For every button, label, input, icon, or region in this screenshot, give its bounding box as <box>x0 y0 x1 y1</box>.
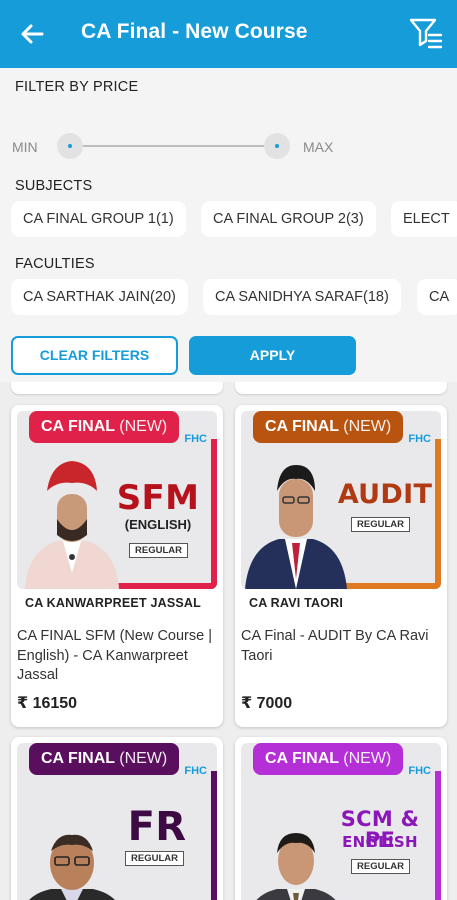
course-thumbnail: CA FINAL (NEW) FHC AUDIT REGULAR <box>241 411 441 589</box>
instructor-photo <box>256 833 336 900</box>
course-card[interactable]: CA FINAL (NEW) FHC SCM & PE ENGLISH REGU… <box>235 737 447 900</box>
subjects-chip-row: CA FINAL GROUP 1(1) CA FINAL GROUP 2(3) … <box>0 201 457 239</box>
filter-list-icon[interactable] <box>408 16 444 52</box>
price-range-track[interactable] <box>70 145 277 147</box>
course-thumbnail: CA FINAL (NEW) FHC SFM (ENGLISH) REGULAR <box>17 411 217 589</box>
course-title[interactable]: CA FINAL SFM (New Course | English) - CA… <box>17 627 213 686</box>
course-thumbnail: CA FINAL (NEW) FHC FR REGULAR <box>17 743 217 900</box>
faculty-chip[interactable]: CA <box>417 279 457 315</box>
subjects-label: SUBJECTS <box>15 178 93 194</box>
thumbnail-frame <box>211 771 217 900</box>
instructor-name: CA KANWARPREET JASSAL <box>17 589 217 617</box>
regular-tag: REGULAR <box>129 543 188 558</box>
price-min-label: MIN <box>12 139 38 155</box>
faculties-chip-row: CA SARTHAK JAIN(20) CA SANIDHYA SARAF(18… <box>0 279 457 317</box>
course-card-partial[interactable] <box>11 382 223 394</box>
course-price: ₹ 7000 <box>241 695 293 712</box>
price-filter-label: FILTER BY PRICE <box>15 79 139 95</box>
course-badge: CA FINAL (NEW) <box>253 743 404 775</box>
course-card-partial[interactable] <box>235 382 447 394</box>
instructor-photo <box>245 465 347 589</box>
brand-logo: FHC <box>408 765 431 777</box>
brand-logo: FHC <box>184 765 207 777</box>
brand-logo: FHC <box>184 433 207 445</box>
instructor-photo <box>25 461 119 589</box>
price-max-thumb[interactable] <box>264 133 290 159</box>
instructor-photo <box>29 834 115 900</box>
regular-tag: REGULAR <box>125 851 184 866</box>
instructor-name: CA RAVI TAORI <box>241 589 441 617</box>
course-card[interactable]: CA FINAL (NEW) FHC AUDIT REGULAR CA RAVI… <box>235 405 447 727</box>
price-min-thumb[interactable] <box>57 133 83 159</box>
course-thumbnail: CA FINAL (NEW) FHC SCM & PE ENGLISH REGU… <box>241 743 441 900</box>
faculties-label: FACULTIES <box>15 256 95 272</box>
price-max-label: MAX <box>303 139 334 155</box>
thumbnail-frame <box>435 439 441 589</box>
back-arrow-icon[interactable] <box>18 20 46 48</box>
brand-logo: FHC <box>408 433 431 445</box>
course-list[interactable]: CA FINAL (NEW) FHC SFM (ENGLISH) REGULAR… <box>0 382 457 900</box>
thumbnail-frame <box>211 439 217 589</box>
app-bar: CA Final - New Course <box>0 0 457 68</box>
regular-tag: REGULAR <box>351 859 410 874</box>
subject-heading: AUDIT <box>337 479 433 510</box>
course-price: ₹ 16150 <box>17 695 78 712</box>
regular-tag: REGULAR <box>351 517 410 532</box>
course-badge: CA FINAL (NEW) <box>29 743 180 775</box>
clear-filters-button[interactable]: CLEAR FILTERS <box>11 336 178 375</box>
subject-heading: FR <box>127 804 187 850</box>
subject-chip[interactable]: CA FINAL GROUP 2(3) <box>201 201 376 237</box>
faculty-chip[interactable]: CA SARTHAK JAIN(20) <box>11 279 188 315</box>
course-card[interactable]: CA FINAL (NEW) FHC FR REGULAR <box>11 737 223 900</box>
faculty-chip[interactable]: CA SANIDHYA SARAF(18) <box>203 279 401 315</box>
apply-button[interactable]: APPLY <box>189 336 356 375</box>
course-card[interactable]: CA FINAL (NEW) FHC SFM (ENGLISH) REGULAR… <box>11 405 223 727</box>
course-title[interactable]: CA Final - AUDIT By CA Ravi Taori <box>241 627 437 666</box>
subject-chip[interactable]: ELECT <box>391 201 457 237</box>
page-title: CA Final - New Course <box>81 20 308 43</box>
subject-chip[interactable]: CA FINAL GROUP 1(1) <box>11 201 186 237</box>
